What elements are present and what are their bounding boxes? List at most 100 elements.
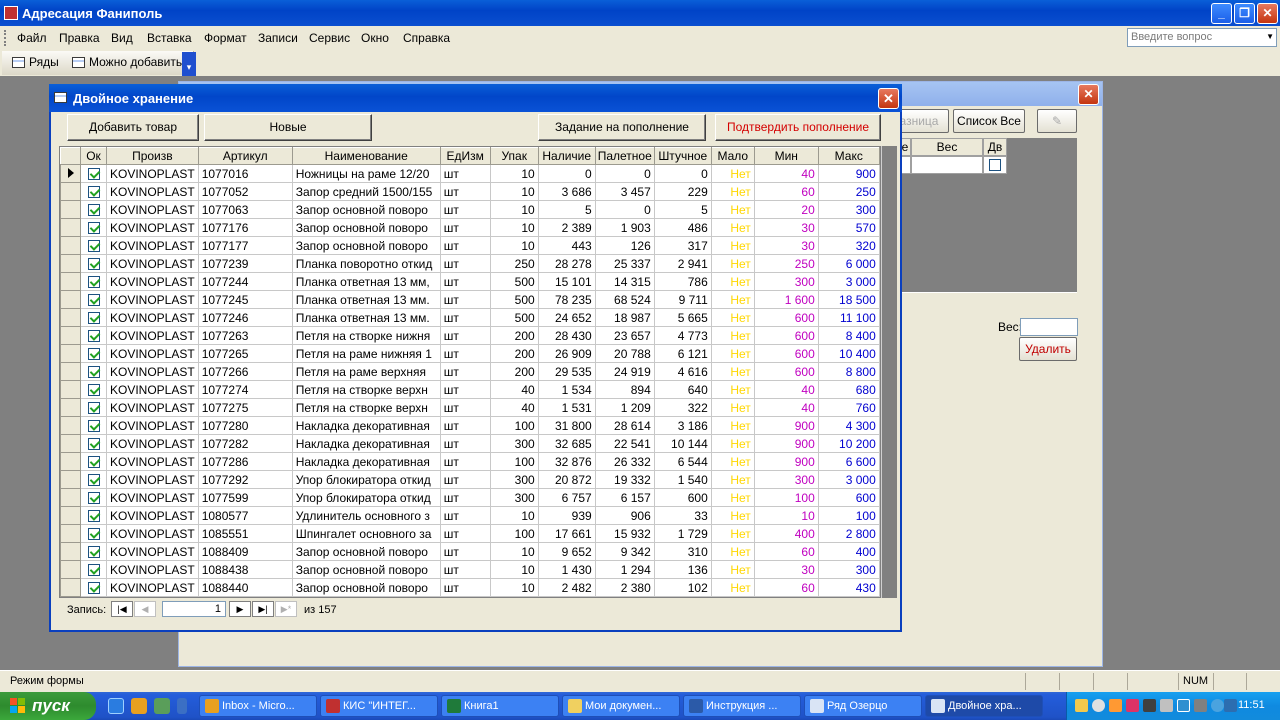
menu-edit[interactable]: Правка xyxy=(59,31,100,45)
tray-icon[interactable] xyxy=(1211,699,1224,712)
outlook-icon[interactable] xyxy=(131,698,147,714)
cell-manufacturer[interactable]: KOVINOPLAST xyxy=(106,272,199,291)
cell-pallet[interactable]: 0 xyxy=(594,164,655,183)
cell-low[interactable]: Нет xyxy=(710,560,755,579)
cell-article[interactable]: 1088438 xyxy=(197,560,293,579)
ok-checkbox[interactable] xyxy=(87,582,100,595)
cell-min[interactable]: 60 xyxy=(753,182,819,201)
cell-name[interactable]: Петля на створке верхн xyxy=(291,380,441,399)
form-close-button[interactable]: ✕ xyxy=(878,88,899,109)
cell-pallet[interactable]: 24 919 xyxy=(594,362,655,381)
cell-low[interactable]: Нет xyxy=(710,182,755,201)
row-selector[interactable] xyxy=(60,506,81,525)
internet-explorer-icon[interactable] xyxy=(108,698,124,714)
cell-piece[interactable]: 5 xyxy=(653,200,712,219)
ok-checkbox[interactable] xyxy=(87,276,100,289)
cell-min[interactable]: 1 600 xyxy=(753,290,819,309)
double-storage-titlebar[interactable]: Двойное хранение ✕ xyxy=(49,84,902,112)
cell-unit[interactable]: шт xyxy=(439,506,491,525)
cell-max[interactable]: 3 000 xyxy=(817,470,880,489)
table-row[interactable]: KOVINOPLAST 1077266 Петля на раме верхняя ш… xyxy=(60,362,880,381)
table-row[interactable]: KOVINOPLAST 1077263 Петля на створке нижня… xyxy=(60,326,880,345)
grid-cell-weight[interactable] xyxy=(911,156,983,174)
cell-name[interactable]: Планка ответная 13 мм. xyxy=(291,290,441,309)
cell-article[interactable]: 1077599 xyxy=(197,488,293,507)
cell-max[interactable]: 400 xyxy=(817,542,880,561)
delete-button[interactable]: Удалить xyxy=(1019,337,1077,361)
cell-ok[interactable] xyxy=(80,362,107,381)
table-row[interactable]: KOVINOPLAST 1077282 Накладка декоративная ш… xyxy=(60,434,880,453)
cell-manufacturer[interactable]: KOVINOPLAST xyxy=(106,254,199,273)
table-row[interactable]: KOVINOPLAST 1077280 Накладка декоративная ш… xyxy=(60,416,880,435)
cell-pallet[interactable]: 28 614 xyxy=(594,416,655,435)
grid-cell-dv[interactable] xyxy=(983,156,1007,174)
cell-low[interactable]: Нет xyxy=(710,470,755,489)
cell-manufacturer[interactable]: KOVINOPLAST xyxy=(106,542,199,561)
row-selector[interactable] xyxy=(60,524,81,543)
cell-name[interactable]: Шпингалет основного за xyxy=(291,524,441,543)
cell-pallet[interactable]: 3 457 xyxy=(594,182,655,201)
cell-low[interactable]: Нет xyxy=(710,236,755,255)
cell-min[interactable]: 300 xyxy=(753,272,819,291)
cell-pallet[interactable]: 68 524 xyxy=(594,290,655,309)
cell-manufacturer[interactable]: KOVINOPLAST xyxy=(106,344,199,363)
cell-max[interactable]: 8 400 xyxy=(817,326,880,345)
cell-ok[interactable] xyxy=(80,290,107,309)
cell-unit[interactable]: шт xyxy=(439,398,491,417)
cell-pack[interactable]: 10 xyxy=(489,164,539,183)
cell-unit[interactable]: шт xyxy=(439,470,491,489)
cell-manufacturer[interactable]: KOVINOPLAST xyxy=(106,398,199,417)
cell-pack[interactable]: 10 xyxy=(489,506,539,525)
cell-ok[interactable] xyxy=(80,236,107,255)
cell-name[interactable]: Планка ответная 13 мм. xyxy=(291,308,441,327)
cell-pallet[interactable]: 906 xyxy=(594,506,655,525)
row-selector[interactable] xyxy=(60,182,81,201)
cell-stock[interactable]: 32 876 xyxy=(537,452,596,471)
cell-ok[interactable] xyxy=(80,434,107,453)
new-button[interactable]: Новые xyxy=(204,114,372,141)
cell-min[interactable]: 400 xyxy=(753,524,819,543)
cell-ok[interactable] xyxy=(80,380,107,399)
cell-article[interactable]: 1077266 xyxy=(197,362,293,381)
column-header-pallet[interactable]: Палетное xyxy=(594,147,655,165)
cell-ok[interactable] xyxy=(80,182,107,201)
current-record-input[interactable]: 1 xyxy=(162,601,226,617)
cell-piece[interactable]: 9 711 xyxy=(653,290,712,309)
cell-stock[interactable]: 5 xyxy=(537,200,596,219)
row-selector[interactable] xyxy=(60,416,81,435)
cell-low[interactable]: Нет xyxy=(710,488,755,507)
cell-stock[interactable]: 24 652 xyxy=(537,308,596,327)
cell-piece[interactable]: 3 186 xyxy=(653,416,712,435)
cell-min[interactable]: 10 xyxy=(753,506,819,525)
cell-piece[interactable]: 310 xyxy=(653,542,712,561)
table-row[interactable]: KOVINOPLAST 1077052 Запор средний 1500/155… xyxy=(60,182,880,201)
column-header-pack[interactable]: Упак xyxy=(489,147,539,165)
cell-name[interactable]: Петля на створке нижня xyxy=(291,326,441,345)
row-selector[interactable] xyxy=(60,578,81,597)
cell-name[interactable]: Удлинитель основного з xyxy=(291,506,441,525)
column-header-name[interactable]: Наименование xyxy=(291,147,441,165)
cell-pack[interactable]: 200 xyxy=(489,362,539,381)
cell-piece[interactable]: 600 xyxy=(653,488,712,507)
row-selector[interactable] xyxy=(60,326,81,345)
menu-window[interactable]: Окно xyxy=(361,31,389,45)
ok-checkbox[interactable] xyxy=(87,186,100,199)
tray-icon[interactable] xyxy=(1194,699,1207,712)
cell-unit[interactable]: шт xyxy=(439,434,491,453)
table-row[interactable]: KOVINOPLAST 1077239 Планка поворотно откид… xyxy=(60,254,880,273)
cell-manufacturer[interactable]: KOVINOPLAST xyxy=(106,452,199,471)
menubar-grip[interactable] xyxy=(4,30,7,46)
cell-stock[interactable]: 26 909 xyxy=(537,344,596,363)
cell-unit[interactable]: шт xyxy=(439,308,491,327)
cell-pallet[interactable]: 6 157 xyxy=(594,488,655,507)
cell-unit[interactable]: шт xyxy=(439,236,491,255)
cell-max[interactable]: 18 500 xyxy=(817,290,880,309)
ok-checkbox[interactable] xyxy=(87,510,100,523)
cell-pallet[interactable]: 894 xyxy=(594,380,655,399)
cell-stock[interactable]: 2 482 xyxy=(537,578,596,597)
row-selector[interactable] xyxy=(60,308,81,327)
row-selector[interactable] xyxy=(60,542,81,561)
cell-ok[interactable] xyxy=(80,452,107,471)
cell-name[interactable]: Запор основной поворо xyxy=(291,200,441,219)
cell-unit[interactable]: шт xyxy=(439,380,491,399)
